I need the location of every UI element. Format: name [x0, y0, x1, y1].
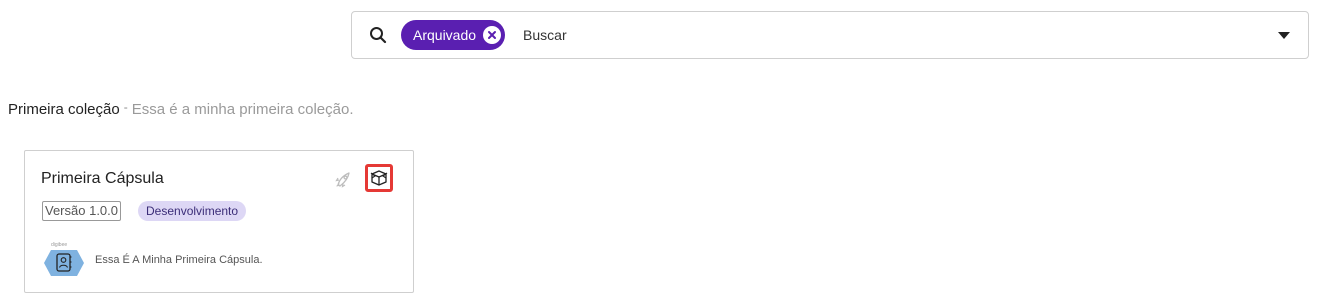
capsule-logo: digibee — [41, 239, 87, 283]
capsule-card[interactable]: Primeira Cápsula Versão 1.0.0 Desenvolvi… — [24, 150, 414, 293]
collection-description: Essa é a minha primeira coleção. — [131, 101, 354, 118]
version-tag: Versão 1.0.0 — [42, 201, 121, 221]
collection-separator: - — [123, 100, 128, 114]
rocket-icon[interactable] — [334, 169, 354, 189]
capsule-title: Primeira Cápsula — [41, 170, 164, 187]
capsule-description: Essa É A Minha Primeira Cápsula. — [95, 254, 263, 266]
search-bar[interactable]: Arquivado — [351, 11, 1309, 59]
collection-heading: Primeira coleção - Essa é a minha primeira… — [8, 100, 354, 118]
search-icon[interactable] — [368, 25, 388, 45]
search-input[interactable] — [521, 19, 1278, 51]
caret-down-icon[interactable] — [1278, 31, 1290, 39]
logo-brand-text: digibee — [51, 242, 67, 248]
archive-button[interactable] — [365, 164, 393, 192]
box-icon — [370, 170, 388, 186]
filter-chip-archived[interactable]: Arquivado — [401, 20, 506, 50]
filter-chip-label: Arquivado — [413, 27, 477, 43]
close-circle-icon[interactable] — [483, 26, 502, 44]
status-badge: Desenvolvimento — [138, 201, 247, 221]
collection-name: Primeira coleção — [8, 101, 120, 118]
